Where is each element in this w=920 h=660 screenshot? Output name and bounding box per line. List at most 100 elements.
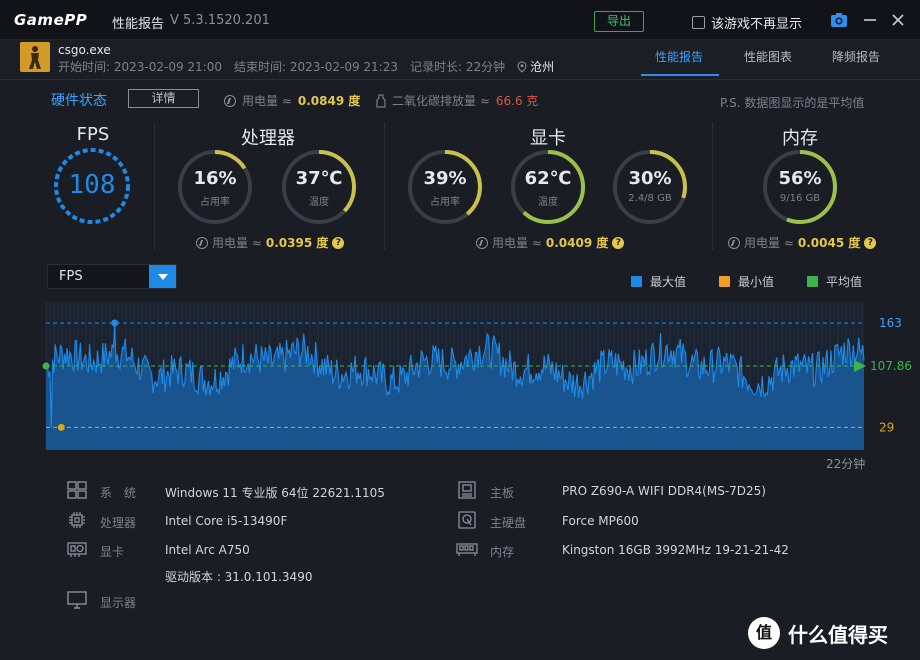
csgo-game-icon [20, 42, 50, 72]
end-time: 结束时间: 2023-02-09 21:23 [234, 60, 398, 74]
os-value: Windows 11 专业版 64位 22621.1105 [165, 486, 385, 500]
help-icon[interactable]: ? [612, 236, 625, 249]
cpu-value: Intel Core i5-13490F [165, 514, 288, 528]
memory-usage-value: 56% [778, 168, 822, 189]
game-name: csgo.exe [58, 43, 111, 57]
chevron-down-icon[interactable] [149, 265, 176, 288]
fps-chart: 163 107.86 29 [42, 302, 912, 450]
cpu-usage-value: 16% [193, 168, 237, 189]
divider [154, 122, 155, 250]
no-show-checkbox[interactable]: 该游戏不再显示 [692, 13, 802, 32]
max-label: 163 [879, 316, 902, 330]
memory-power-label: 用电量 ≈ [744, 236, 794, 250]
average-note: P.S. 数据图显示的是平均值 [720, 96, 865, 110]
close-icon[interactable] [890, 12, 906, 28]
gpu-vram-label: 2.4/8 GB [628, 193, 672, 204]
gpu-temp-label: 温度 [538, 197, 558, 208]
legend-min-label: 最小值 [738, 275, 775, 289]
logo-text-pp: PP [64, 11, 88, 29]
gpu-temp-value: 62℃ [524, 168, 572, 189]
memory-title: 内存 [782, 128, 818, 149]
carbon-emission: 二氧化碳排放量 ≈ 66.6 克 [376, 92, 538, 109]
gpu-power: 用电量 ≈0.0409 度? [476, 234, 625, 251]
metric-select[interactable]: FPS [47, 264, 177, 289]
avg-label: 107.86 [870, 359, 912, 373]
cpu-temp-value: 37℃ [295, 168, 343, 189]
total-power-label: 用电量 ≈ [242, 94, 292, 108]
start-time: 开始时间: 2023-02-09 21:00 [58, 60, 222, 74]
gpu-label: 显卡 [100, 545, 125, 559]
location-pin-icon [517, 60, 527, 73]
hardware-status-title: 硬件状态 [51, 93, 107, 109]
power-icon [476, 236, 488, 249]
memory-stick-icon [456, 543, 478, 556]
tab-performance-report[interactable]: 性能报告 [655, 48, 703, 65]
watermark-badge: 值 [748, 617, 780, 649]
mem-value: Kingston 16GB 3992MHz 19-21-21-42 [562, 543, 789, 557]
help-icon[interactable]: ? [332, 236, 345, 249]
gamepp-logo: GamePP [14, 11, 87, 29]
tab-performance-charts[interactable]: 性能图表 [744, 48, 792, 65]
gpu-power-label: 用电量 ≈ [492, 236, 542, 250]
legend-max-label: 最大值 [650, 275, 687, 289]
session-meta: 开始时间: 2023-02-09 21:00 结束时间: 2023-02-09 … [58, 58, 554, 75]
board-value: PRO Z690-A WIFI DDR4(MS-7D25) [562, 484, 766, 498]
tab-throttle-report[interactable]: 降频报告 [832, 48, 880, 65]
memory-power-value: 0.0045 度 [797, 236, 861, 250]
divider [712, 122, 713, 250]
gpu-usage-value: 39% [423, 168, 467, 189]
smzdm-watermark: 值什么值得买 [748, 617, 888, 649]
record-duration: 记录时长: 22分钟 [410, 60, 506, 74]
memory-usage-label: 9/16 GB [779, 193, 821, 204]
details-button[interactable]: 详情 [128, 89, 199, 108]
gpu-title: 显卡 [530, 128, 566, 149]
minimize-icon[interactable] [862, 12, 878, 28]
gpu-vram-value: 30% [628, 168, 672, 189]
fps-value: 108 [68, 170, 116, 200]
export-button[interactable]: 导出 [594, 11, 644, 32]
min-point [57, 423, 65, 431]
gpu-power-value: 0.0409 度 [545, 236, 609, 250]
bottle-icon [376, 94, 386, 107]
board-label: 主板 [490, 486, 515, 500]
metric-select-value: FPS [59, 269, 83, 284]
cpu-title: 处理器 [241, 128, 295, 149]
legend-swatch-min [719, 276, 730, 287]
cpu-temp-label: 温度 [309, 197, 329, 208]
total-power: 用电量 ≈ 0.0849 度 [224, 92, 360, 109]
mem-label: 内存 [490, 545, 515, 559]
power-icon [196, 236, 208, 249]
logo-text-game: Game [14, 11, 65, 29]
gpu-value: Intel Arc A750 [165, 543, 250, 557]
cpu-label: 处理器 [100, 516, 137, 530]
legend-avg: 平均值 [807, 273, 862, 290]
legend-avg-label: 平均值 [826, 275, 863, 289]
carbon-label: 二氧化碳排放量 ≈ [392, 94, 490, 108]
version-label: V 5.3.1520.201 [170, 13, 270, 28]
help-icon[interactable]: ? [864, 236, 877, 249]
legend-max: 最大值 [631, 273, 686, 290]
disk-value: Force MP600 [562, 514, 639, 528]
memory-power: 用电量 ≈0.0045 度? [728, 234, 877, 251]
checkbox-box[interactable] [692, 16, 705, 29]
location: 沧州 [517, 58, 554, 75]
monitor-icon [67, 591, 87, 609]
cpu-power-value: 0.0395 度 [265, 236, 329, 250]
app-title: 性能报告 [112, 17, 165, 32]
windows-icon [67, 481, 87, 499]
disk-label: 主硬盘 [490, 516, 527, 530]
chart-duration-label: 22分钟 [826, 457, 866, 471]
driver-version: 驱动版本 : 31.0.101.3490 [165, 570, 313, 584]
gpu-card-icon [67, 542, 87, 557]
os-label: 系 统 [100, 486, 137, 500]
camera-icon[interactable] [830, 12, 848, 28]
watermark-text: 什么值得买 [788, 622, 888, 647]
divider [384, 122, 385, 250]
power-icon [728, 236, 740, 249]
avg-point [42, 362, 50, 370]
cpu-power-label: 用电量 ≈ [212, 236, 262, 250]
max-point [111, 319, 119, 327]
fps-title: FPS [76, 124, 110, 145]
cpu-chip-icon [69, 512, 85, 528]
carbon-value: 66.6 克 [495, 94, 539, 108]
